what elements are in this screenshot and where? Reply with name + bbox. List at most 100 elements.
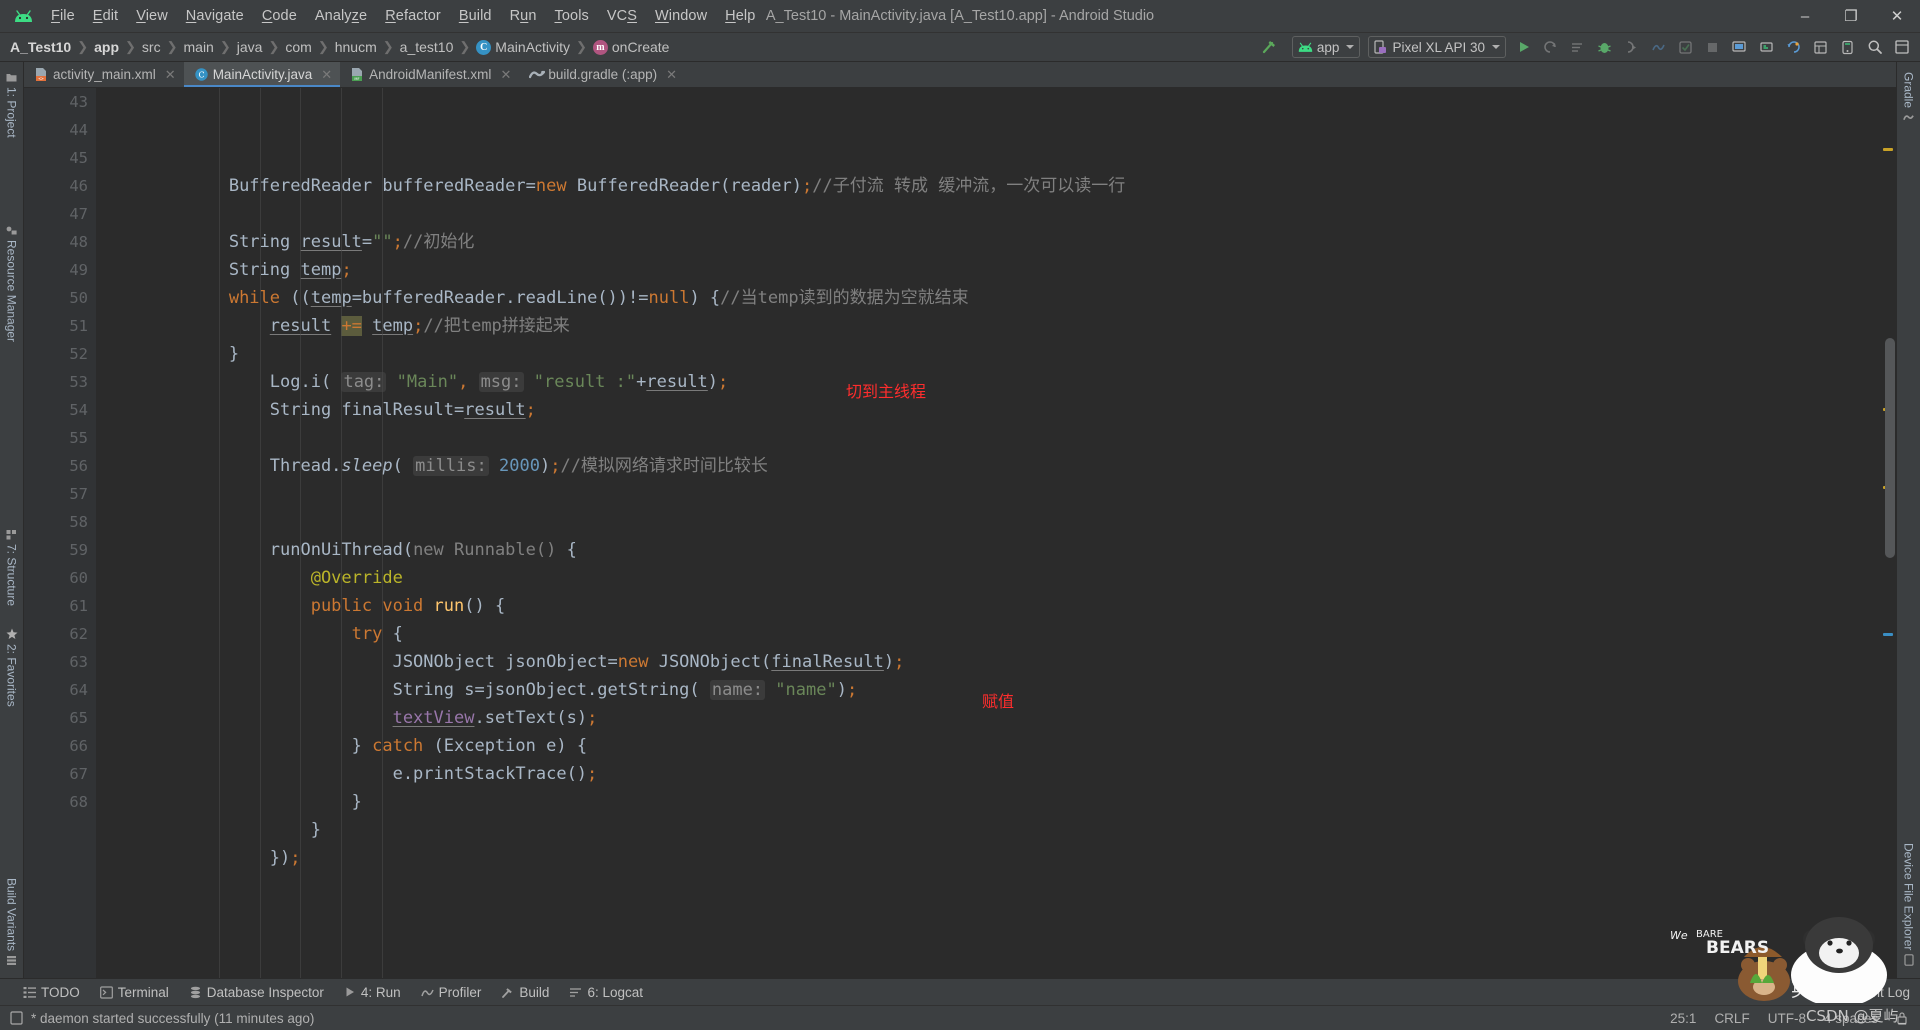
warning-marker[interactable] [1883,148,1893,151]
tool-build[interactable]: Build [492,982,558,1003]
breadcrumb-item-app[interactable]: app [94,39,119,55]
debug-button[interactable] [1592,35,1617,59]
run-coverage-button[interactable] [1538,35,1563,59]
close-icon[interactable]: ✕ [666,67,677,83]
menu-window[interactable]: Window [646,5,716,27]
tool-todo[interactable]: TODO [14,982,89,1003]
breadcrumb-item-a-test10[interactable]: a_test10 [400,39,454,55]
menu-tools[interactable]: Tools [546,5,598,27]
tab-build-gradle-app[interactable]: build.gradle (:app) ✕ [519,62,685,87]
settings-gear-icon[interactable] [1889,35,1914,59]
breadcrumb-item-hnucm[interactable]: hnucm [335,39,377,55]
code-token: ; [392,232,403,252]
code-line: Log.i( tag: "Main", msg: "result :"+resu… [106,368,1880,396]
breadcrumb-label: A_Test10 [10,39,72,55]
run-configuration-selector[interactable]: app [1291,36,1361,58]
sdk-manager-button[interactable] [1754,35,1779,59]
sidebar-item-device-file-explorer[interactable]: Device File Explorer [1900,837,1918,972]
menu-run[interactable]: Run [501,5,546,27]
tab-androidmanifest-xml[interactable]: MF AndroidManifest.xml ✕ [340,62,519,87]
line-separator[interactable]: CRLF [1714,1011,1749,1026]
code-token: += [341,316,362,336]
code-token: } [106,344,240,364]
code-line: textView.setText(s); [106,704,1880,732]
menu-view[interactable]: View [127,5,177,27]
sidebar-item-structure[interactable]: 7: Structure [3,523,21,612]
code-token: ) [883,652,895,672]
breadcrumb-item-oncreate[interactable]: m onCreate [592,39,669,55]
tool-profiler[interactable]: Profiler [412,982,491,1003]
attach-debugger-button[interactable] [1619,35,1644,59]
tool-logcat[interactable]: 6: Logcat [560,982,652,1003]
info-marker[interactable] [1883,633,1893,636]
close-button[interactable]: ✕ [1874,0,1920,33]
code-token: result [464,400,526,420]
build-hammer-icon [502,987,513,998]
close-icon[interactable]: ✕ [321,67,332,83]
menu-vcs[interactable]: VCS [598,5,646,27]
device-selector[interactable]: Pixel XL API 30 [1368,36,1506,58]
sidebar-item-gradle[interactable]: Gradle [1900,66,1918,129]
line-number: 55 [69,429,88,447]
menu-code[interactable]: Code [253,5,306,27]
breadcrumb-item-com[interactable]: com [285,39,311,55]
menu-help[interactable]: Help [716,5,764,27]
menu-edit[interactable]: Edit [84,5,127,27]
sidebar-item-build-variants[interactable]: Build Variants [3,872,21,972]
vertical-scrollbar-thumb[interactable] [1885,338,1895,558]
sidebar-item-project[interactable]: 1: Project [3,66,21,144]
tool-database-inspector[interactable]: Database Inspector [180,982,333,1003]
title-bar: File Edit View Navigate Code Analyze Ref… [0,0,1920,33]
code-token: ; [341,260,352,280]
run-with-output-button[interactable] [1565,35,1590,59]
layout-inspector-button[interactable] [1808,35,1833,59]
profiler-icon [420,989,434,996]
caret-position[interactable]: 25:1 [1670,1011,1696,1026]
code-token: ) [836,680,847,700]
menu-navigate[interactable]: Navigate [177,5,253,27]
build-hammer-icon[interactable] [1261,38,1279,56]
breadcrumb-item-mainactivity[interactable]: C MainActivity [476,39,570,55]
event-log-label[interactable]: Event Log [1849,985,1910,1000]
tool-run[interactable]: 4: Run [335,982,410,1003]
breadcrumb-separator: ❯ [125,39,136,54]
breadcrumb-item-main[interactable]: main [184,39,214,55]
code-token: catch [372,736,424,756]
stop-button[interactable] [1700,35,1725,59]
line-number: 53 [69,373,88,391]
apply-changes-button[interactable] [1673,35,1698,59]
code-token: BufferedReader(reader) [566,176,802,196]
close-icon[interactable]: ✕ [500,67,511,83]
breadcrumb-item-src[interactable]: src [142,39,161,55]
sidebar-item-favorites[interactable]: 2: Favorites [3,622,21,713]
editor-marker-bar[interactable] [1880,88,1896,978]
menu-refactor[interactable]: Refactor [376,5,450,27]
code-token: //模拟网络请求时间比较长 [560,456,768,476]
breadcrumb-item-project[interactable]: A_Test10 [10,39,71,55]
search-button[interactable] [1862,35,1887,59]
breadcrumb-item-java[interactable]: java [237,39,263,55]
tool-terminal[interactable]: Terminal [91,982,178,1003]
menu-analyze[interactable]: Analyze [306,5,376,27]
code-content[interactable]: BufferedReader bufferedReader=new Buffer… [96,88,1880,978]
event-log-count: 1 [1827,984,1844,1000]
run-button[interactable] [1511,35,1536,59]
device-manager-button[interactable] [1835,35,1860,59]
menu-file[interactable]: File [42,5,84,27]
sidebar-item-resource-manager[interactable]: Resource Manager [3,219,21,348]
menu-build[interactable]: Build [450,5,501,27]
tab-activity-main-xml[interactable]: <> activity_main.xml ✕ [24,62,184,87]
profiler-button[interactable] [1646,35,1671,59]
gradle-sync-button[interactable] [1781,35,1806,59]
minimize-button[interactable]: – [1782,0,1828,33]
file-encoding[interactable]: UTF-8 [1768,1011,1806,1026]
maximize-button[interactable]: ❐ [1828,0,1874,33]
avd-manager-button[interactable] [1727,35,1752,59]
tab-mainactivity-java[interactable]: C MainActivity.java ✕ [183,62,341,87]
close-icon[interactable]: ✕ [165,67,176,83]
code-editor[interactable]: 43 44 45 46 47 48 49 50 51 52 53 54 55 56 57 58!59 60 61 6… [24,88,1896,978]
